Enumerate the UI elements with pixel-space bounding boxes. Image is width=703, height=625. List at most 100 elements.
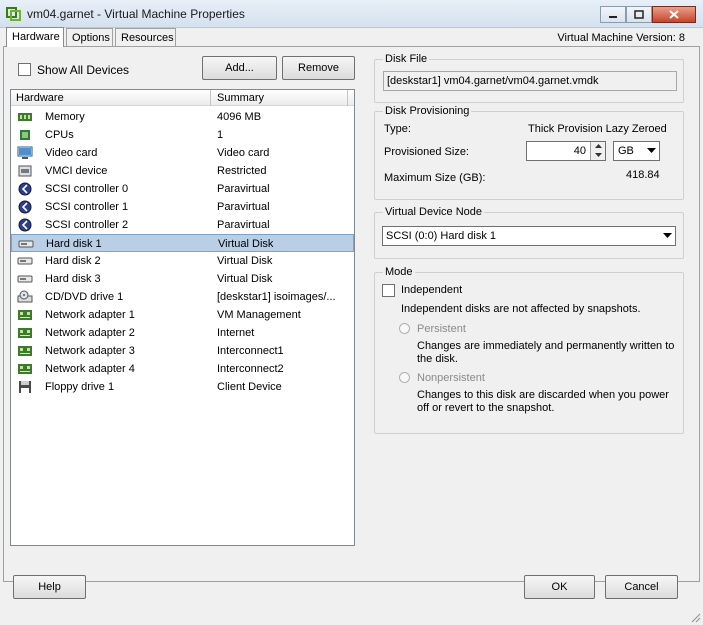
device-row[interactable]: Network adapter 4 Interconnect2 (11, 360, 354, 378)
column-summary[interactable]: Summary (217, 92, 264, 104)
close-icon (669, 10, 679, 19)
device-summary: Restricted (217, 165, 267, 177)
device-summary: 1 (217, 129, 224, 141)
tab-options[interactable]: Options (66, 28, 113, 47)
vm-version-label: Virtual Machine Version: 8 (557, 32, 685, 44)
persistent-label: Persistent (417, 323, 466, 335)
device-name: Network adapter 2 (45, 327, 135, 339)
device-summary: Paravirtual (217, 183, 270, 195)
type-value: Thick Provision Lazy Zeroed (528, 123, 667, 135)
help-button[interactable]: Help (13, 575, 86, 599)
virtual-device-node-heading: Virtual Device Node (383, 206, 485, 218)
device-name: Network adapter 1 (45, 309, 135, 321)
cdrom-icon (17, 290, 33, 303)
disk-provisioning-heading: Disk Provisioning (383, 105, 472, 117)
size-unit-value: GB (618, 145, 634, 157)
show-all-devices-checkbox[interactable] (18, 63, 31, 76)
device-row[interactable]: CPUs 1 (11, 126, 354, 144)
device-row[interactable]: Floppy drive 1 Client Device (11, 378, 354, 396)
device-name: Hard disk 3 (45, 273, 101, 285)
device-row[interactable]: Network adapter 1 VM Management (11, 306, 354, 324)
provisioned-size-value: 40 (573, 145, 586, 157)
mode-group: Mode Independent Independent disks are n… (374, 266, 684, 434)
memory-icon (18, 113, 32, 121)
device-row[interactable]: Network adapter 3 Interconnect1 (11, 342, 354, 360)
cancel-button[interactable]: Cancel (605, 575, 678, 599)
nonpersistent-label: Nonpersistent (417, 372, 485, 384)
device-name: CPUs (45, 129, 74, 141)
chevron-down-icon (662, 233, 672, 238)
device-row[interactable]: Hard disk 1 Virtual Disk (11, 234, 354, 252)
ok-button[interactable]: OK (524, 575, 595, 599)
disk-file-heading: Disk File (383, 53, 430, 65)
device-summary: VM Management (217, 309, 301, 321)
device-name: SCSI controller 2 (45, 219, 129, 231)
column-hardware[interactable]: Hardware (16, 92, 64, 104)
window-title: vm04.garnet - Virtual Machine Properties (27, 7, 245, 21)
floppy-icon (19, 381, 31, 393)
device-icon (18, 165, 32, 177)
independent-label: Independent (401, 284, 463, 296)
type-label: Type: (384, 123, 411, 135)
device-row[interactable]: SCSI controller 1 Paravirtual (11, 198, 354, 216)
disk-provisioning-group: Disk Provisioning Type: Thick Provision … (374, 105, 684, 200)
nonpersistent-radio[interactable] (399, 372, 410, 383)
disk-icon (18, 240, 34, 248)
disk-file-group: Disk File [deskstar1] vm04.garnet/vm04.g… (374, 53, 684, 103)
chevron-down-icon (646, 148, 656, 153)
scsi-icon (18, 182, 32, 196)
virtual-device-node-group: Virtual Device Node SCSI (0:0) Hard disk… (374, 206, 684, 259)
device-name: Network adapter 3 (45, 345, 135, 357)
device-name: CD/DVD drive 1 (45, 291, 124, 303)
provisioned-size-spinner[interactable]: 40 (526, 141, 606, 161)
device-summary: Interconnect1 (217, 345, 284, 357)
device-name: Hard disk 2 (45, 255, 101, 267)
minimize-button[interactable] (600, 6, 626, 23)
disk-file-field[interactable]: [deskstar1] vm04.garnet/vm04.garnet.vmdk (383, 71, 677, 91)
device-row[interactable]: Hard disk 3 Virtual Disk (11, 270, 354, 288)
device-name: Hard disk 1 (46, 238, 102, 250)
size-unit-select[interactable]: GB (613, 141, 660, 161)
close-button[interactable] (652, 6, 696, 23)
virtual-device-node-select[interactable]: SCSI (0:0) Hard disk 1 (382, 226, 676, 246)
tab-hardware[interactable]: Hardware (6, 27, 64, 47)
device-row[interactable]: Network adapter 2 Internet (11, 324, 354, 342)
network-icon (18, 346, 32, 356)
independent-checkbox[interactable] (382, 284, 395, 297)
tab-resources[interactable]: Resources (115, 28, 176, 47)
spin-down-icon[interactable] (592, 151, 605, 159)
hardware-panel: Show All Devices Add... Remove Hardware … (3, 46, 700, 582)
device-row[interactable]: VMCI device Restricted (11, 162, 354, 180)
device-row[interactable]: Memory 4096 MB (11, 108, 354, 126)
vsphere-logo-icon (6, 7, 21, 21)
network-icon (18, 310, 32, 320)
hardware-list: Hardware Summary Memory 4096 MB CPUs 1 Video… (10, 89, 355, 546)
disk-icon (17, 275, 33, 283)
remove-button[interactable]: Remove (282, 56, 355, 80)
device-summary: Virtual Disk (217, 255, 273, 267)
device-name: Memory (45, 111, 85, 123)
dialog-body: Hardware Options Resources Virtual Machi… (0, 27, 703, 625)
max-size-label: Maximum Size (GB): (384, 172, 486, 184)
device-summary: 4096 MB (217, 111, 262, 123)
device-name: VMCI device (45, 165, 108, 177)
device-row[interactable]: SCSI controller 2 Paravirtual (11, 216, 354, 234)
spin-up-icon[interactable] (592, 142, 605, 150)
network-icon (18, 328, 32, 338)
device-summary: Paravirtual (217, 219, 270, 231)
device-name: Floppy drive 1 (45, 381, 115, 393)
device-row[interactable]: SCSI controller 0 Paravirtual (11, 180, 354, 198)
monitor-icon (17, 146, 33, 159)
provisioned-size-label: Provisioned Size: (384, 146, 469, 158)
nonpersistent-description-line2: off or revert to the snapshot. (417, 402, 555, 414)
scsi-icon (18, 200, 32, 214)
persistent-radio[interactable] (399, 323, 410, 334)
device-row[interactable]: Video card Video card (11, 144, 354, 162)
maximize-button[interactable] (626, 6, 652, 23)
device-row[interactable]: CD/DVD drive 1 [deskstar1] isoimages/... (11, 288, 354, 306)
add-button[interactable]: Add... (202, 56, 277, 80)
device-row[interactable]: Hard disk 2 Virtual Disk (11, 252, 354, 270)
device-name: SCSI controller 1 (45, 201, 129, 213)
resize-grip-icon[interactable] (689, 611, 701, 623)
device-name: Network adapter 4 (45, 363, 135, 375)
